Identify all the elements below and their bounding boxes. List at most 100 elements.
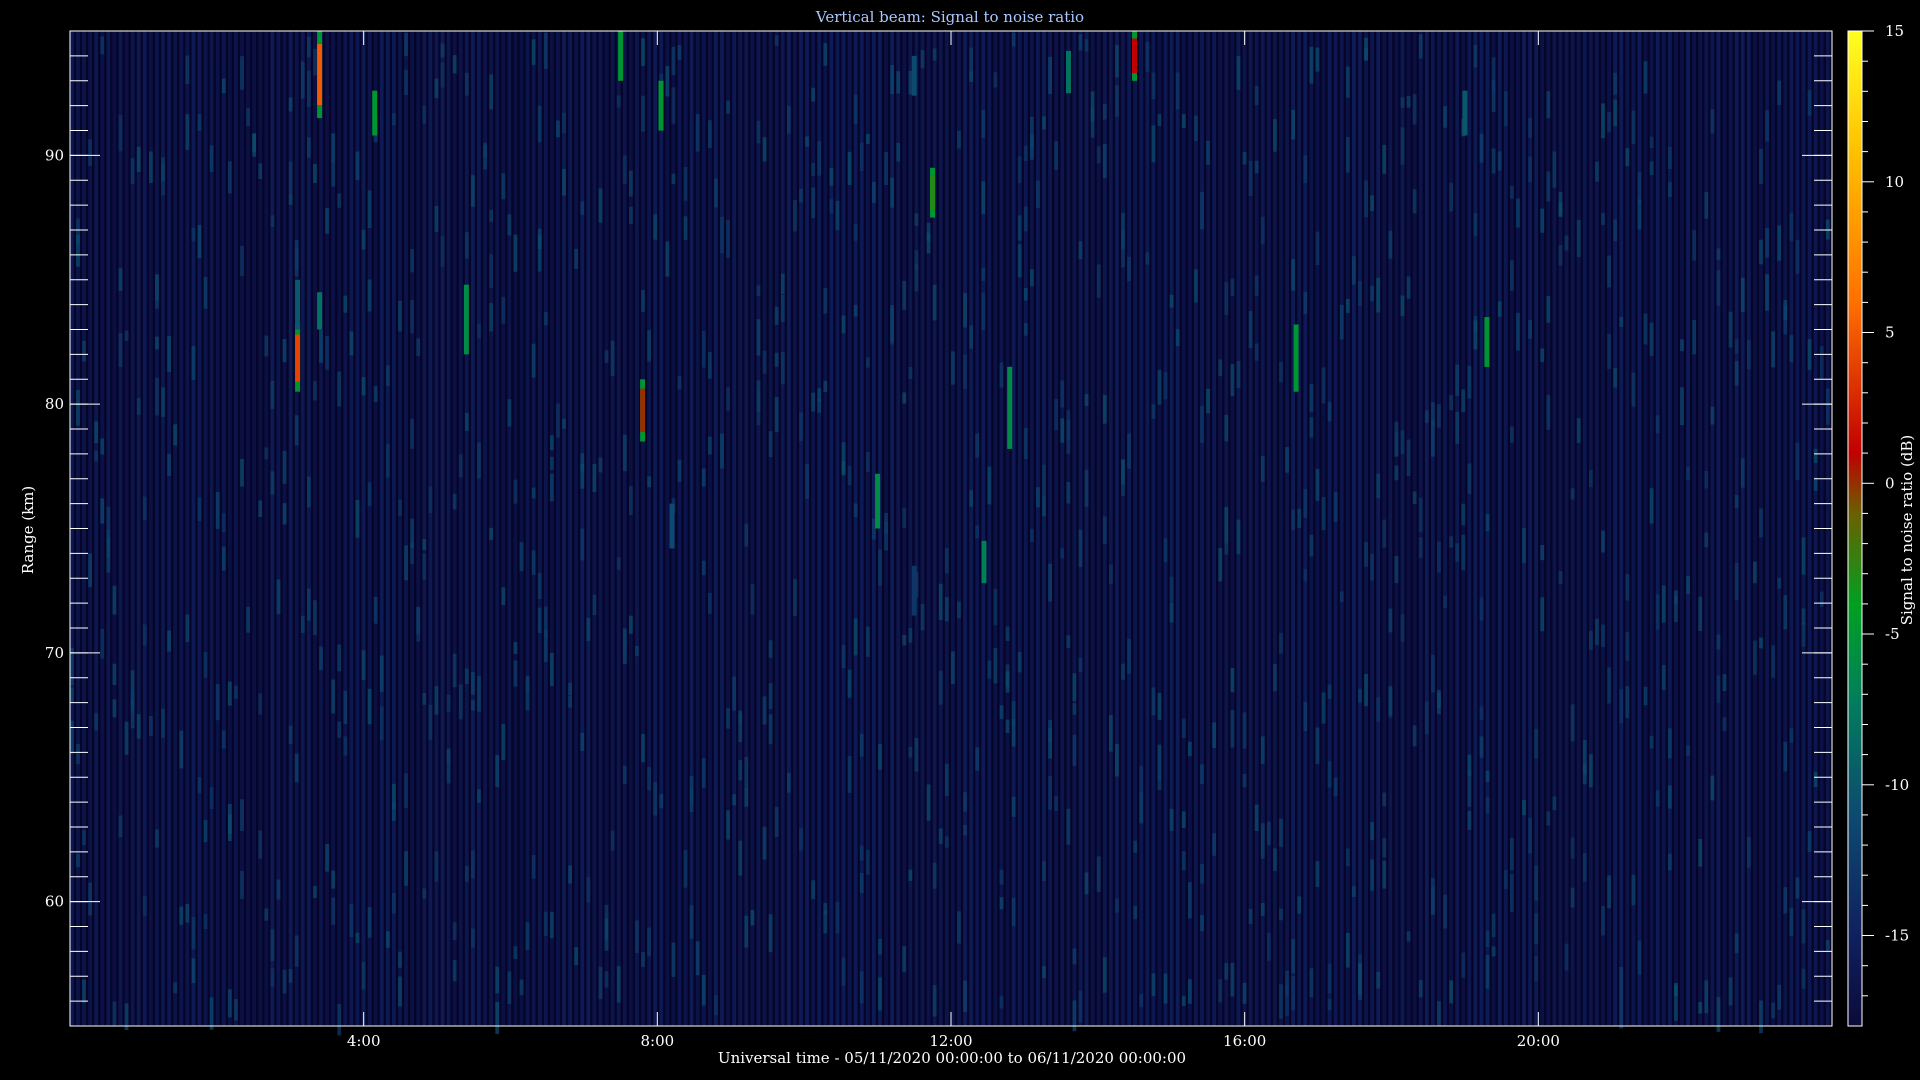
heatmap-noise-cell xyxy=(1254,275,1259,296)
heatmap-noise-cell xyxy=(586,877,591,903)
heatmap-noise-cell xyxy=(1619,689,1624,724)
heatmap-noise-cell xyxy=(786,106,791,134)
heatmap-noise-cell xyxy=(1716,997,1721,1032)
heatmap-noise-cell xyxy=(1631,372,1636,407)
heatmap-noise-cell xyxy=(161,157,165,182)
heatmap-noise-cell xyxy=(1576,219,1581,257)
heatmap-noise-cell xyxy=(1370,554,1374,581)
heatmap-noise-cell xyxy=(1309,417,1314,438)
heatmap-column xyxy=(902,31,907,1026)
heatmap-column xyxy=(1060,31,1065,1026)
heatmap-noise-cell xyxy=(926,784,931,821)
colorbar-tick-label: 15 xyxy=(1885,22,1904,40)
heatmap-noise-cell xyxy=(367,190,372,228)
heatmap-column xyxy=(142,31,147,1026)
heatmap-noise-cell xyxy=(1321,497,1326,531)
heatmap-noise-cell xyxy=(1418,537,1423,558)
heatmap-noise-cell xyxy=(896,71,901,94)
heatmap-noise-cell xyxy=(118,333,123,368)
heatmap-noise-cell xyxy=(1382,838,1387,858)
heatmap-noise-cell xyxy=(799,828,803,851)
heatmap-noise-cell xyxy=(306,70,311,107)
heatmap-column xyxy=(963,31,967,1026)
heatmap-noise-cell xyxy=(835,200,840,231)
heatmap-column xyxy=(799,31,803,1026)
heatmap-noise-cell xyxy=(1121,212,1125,249)
heatmap-column xyxy=(604,31,609,1026)
heatmap-noise-cell xyxy=(1102,516,1107,544)
heatmap-noise-cell xyxy=(1151,404,1156,419)
heatmap-noise-cell xyxy=(549,456,554,470)
heatmap-noise-cell xyxy=(1260,736,1265,764)
heatmap-noise-cell xyxy=(756,380,761,412)
heatmap-noise-cell xyxy=(865,849,870,875)
heatmap-noise-cell xyxy=(1491,148,1496,174)
heatmap-noise-cell xyxy=(1327,998,1332,1011)
heatmap-noise-cell xyxy=(1613,219,1618,242)
heatmap-noise-cell xyxy=(1212,722,1217,748)
heatmap-noise-cell xyxy=(549,435,554,451)
heatmap-column xyxy=(653,31,658,1026)
heatmap-noise-cell xyxy=(112,585,117,615)
heatmap-noise-cell xyxy=(1619,967,1624,1001)
echo-core xyxy=(295,334,301,382)
heatmap-column xyxy=(811,31,816,1026)
heatmap-noise-cell xyxy=(227,681,232,706)
heatmap-noise-cell xyxy=(1601,624,1605,648)
heatmap-noise-cell xyxy=(1370,822,1374,841)
heatmap-noise-cell xyxy=(902,635,907,646)
heatmap-noise-cell xyxy=(1443,894,1447,929)
heatmap-noise-cell xyxy=(750,583,755,615)
heatmap-noise-cell xyxy=(209,787,214,809)
heatmap-noise-cell xyxy=(641,289,645,312)
echo-mark xyxy=(463,284,469,355)
heatmap-noise-cell xyxy=(1430,402,1435,427)
heatmap-noise-cell xyxy=(811,187,816,219)
heatmap-noise-cell xyxy=(1175,329,1180,346)
heatmap-column xyxy=(203,31,208,1026)
heatmap-column xyxy=(1090,31,1095,1026)
heatmap-noise-cell xyxy=(404,545,408,581)
echo-mark xyxy=(295,279,301,330)
heatmap-column xyxy=(118,31,123,1026)
heatmap-column xyxy=(1576,31,1581,1026)
heatmap-column xyxy=(1789,31,1794,1026)
heatmap-column xyxy=(1230,31,1235,1026)
heatmap-noise-cell xyxy=(1115,744,1119,777)
colorbar-tick-label: -5 xyxy=(1885,625,1900,643)
heatmap-noise-cell xyxy=(385,365,390,387)
heatmap-noise-cell xyxy=(938,828,943,845)
echo-mark xyxy=(618,31,624,81)
heatmap-noise-cell xyxy=(1181,811,1186,828)
heatmap-noise-cell xyxy=(1303,291,1308,315)
heatmap-noise-cell xyxy=(635,646,639,657)
heatmap-noise-cell xyxy=(780,351,785,385)
heatmap-noise-cell xyxy=(914,738,919,772)
heatmap-noise-cell xyxy=(1151,72,1156,100)
heatmap-noise-cell xyxy=(622,640,627,651)
heatmap-column xyxy=(270,31,275,1026)
heatmap-noise-cell xyxy=(1315,861,1320,887)
heatmap-noise-cell xyxy=(1248,310,1253,349)
heatmap-column xyxy=(853,31,858,1026)
heatmap-noise-cell xyxy=(1503,91,1508,127)
heatmap-noise-cell xyxy=(1303,489,1308,518)
heatmap-noise-cell xyxy=(1212,833,1217,856)
heatmap-column xyxy=(1649,31,1654,1026)
heatmap-column xyxy=(452,31,457,1026)
heatmap-noise-cell xyxy=(580,463,585,489)
heatmap-noise-cell xyxy=(288,97,293,112)
heatmap-noise-cell xyxy=(562,112,566,134)
heatmap-noise-cell xyxy=(707,592,712,614)
heatmap-noise-cell xyxy=(616,557,621,570)
heatmap-noise-cell xyxy=(1005,671,1010,693)
heatmap-noise-cell xyxy=(331,870,336,889)
heatmap-noise-cell xyxy=(1473,213,1478,237)
heatmap-column xyxy=(1394,31,1399,1026)
heatmap-noise-cell xyxy=(744,788,749,807)
heatmap-noise-cell xyxy=(537,106,542,142)
heatmap-noise-cell xyxy=(1540,545,1545,561)
heatmap-noise-cell xyxy=(1260,456,1265,482)
heatmap-noise-cell xyxy=(1649,322,1654,356)
heatmap-noise-cell xyxy=(1819,346,1824,379)
